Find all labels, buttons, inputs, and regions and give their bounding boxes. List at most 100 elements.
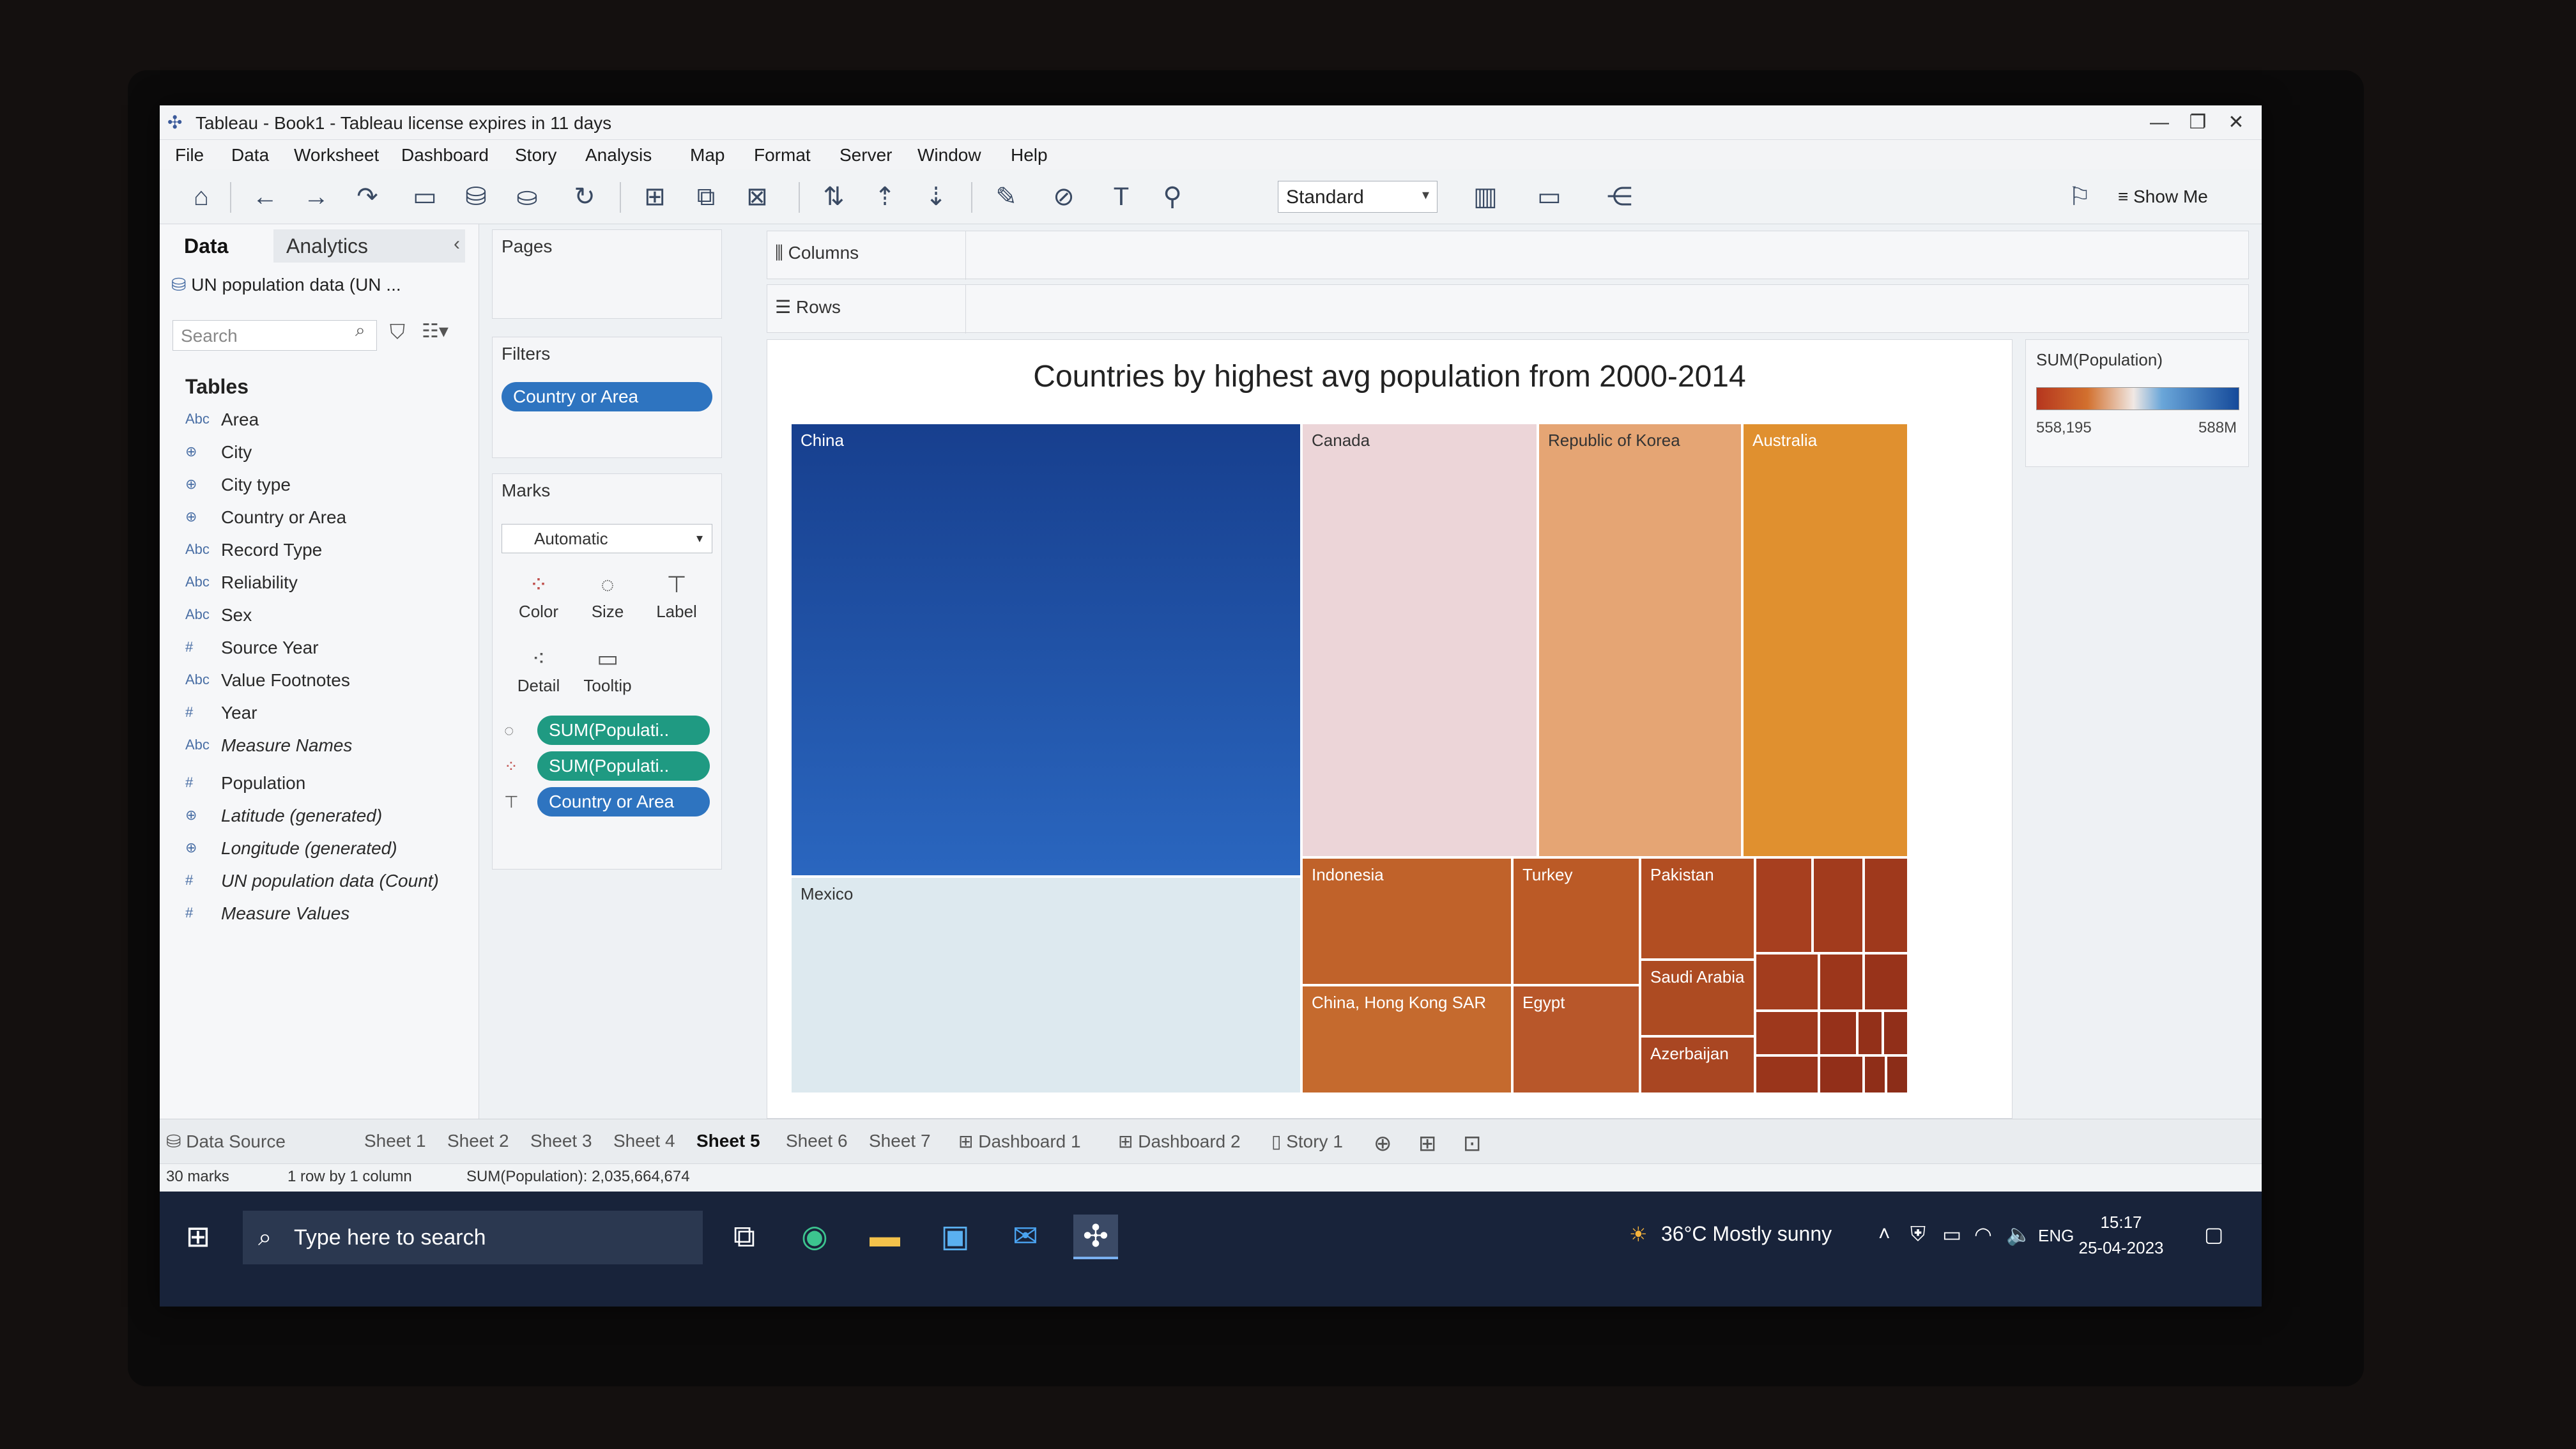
field-population[interactable]: # Population	[185, 773, 466, 799]
treemap-tile-korea[interactable]: Republic of Korea	[1538, 423, 1742, 857]
color-legend[interactable]: SUM(Population) 558,195 588M	[2025, 339, 2249, 467]
minimize-button[interactable]: —	[2140, 109, 2179, 136]
treemap-tile-turkey[interactable]: Turkey	[1512, 857, 1640, 985]
new-worksheet-icon[interactable]: ⊕	[1374, 1131, 1392, 1156]
antivirus-icon[interactable]: ⛨	[1910, 1222, 1926, 1246]
field-source-year[interactable]: # Source Year	[185, 638, 466, 663]
tab-sheet-7[interactable]: Sheet 7	[869, 1131, 931, 1151]
close-button[interactable]: ✕	[2217, 109, 2255, 136]
new-story-icon[interactable]: ⊡	[1463, 1131, 1482, 1156]
save-icon[interactable]: ▭	[409, 181, 441, 213]
tab-story-1[interactable]: ▯ Story 1	[1271, 1131, 1343, 1152]
treemap-tile-small[interactable]	[1819, 953, 1864, 1011]
tab-dashboard-2[interactable]: ⊞ Dashboard 2	[1118, 1131, 1241, 1152]
sort-descending-icon[interactable]: ⇣	[920, 181, 952, 213]
menu-map[interactable]: Map	[690, 145, 724, 165]
tab-data[interactable]: Data	[171, 229, 241, 263]
duplicate-icon[interactable]: ⧉	[690, 181, 722, 213]
tab-analytics[interactable]: Analytics	[273, 229, 465, 263]
clock[interactable]: 15:17 25-04-2023	[2070, 1209, 2172, 1261]
tableau-taskbar-icon[interactable]: ✣	[1073, 1215, 1118, 1259]
field-sex[interactable]: Abc Sex	[185, 605, 466, 631]
treemap-tile-small[interactable]	[1755, 857, 1813, 953]
tab-sheet-5[interactable]: Sheet 5	[696, 1131, 760, 1151]
field-reliability[interactable]: Abc Reliability	[185, 572, 466, 598]
taskbar-search-input[interactable]: ⌕ Type here to search	[243, 1211, 703, 1264]
treemap-tile-small[interactable]	[1819, 1055, 1864, 1094]
undo-icon[interactable]: ←	[249, 181, 281, 213]
menu-help[interactable]: Help	[1011, 145, 1048, 165]
mail-icon[interactable]: ✉	[1003, 1215, 1048, 1259]
edge-browser-icon[interactable]: ◉	[792, 1215, 837, 1259]
tab-sheet-2[interactable]: Sheet 2	[447, 1131, 509, 1151]
show-cards-icon[interactable]: ▥	[1469, 181, 1501, 213]
menu-dashboard[interactable]: Dashboard	[401, 145, 489, 165]
treemap-tile-small[interactable]	[1819, 1011, 1857, 1055]
label-button[interactable]: ⊤ Label	[643, 564, 710, 630]
treemap-tile-small[interactable]	[1755, 1011, 1819, 1055]
size-button[interactable]: ◌ Size	[574, 564, 641, 630]
treemap-tile-china[interactable]: China	[790, 423, 1301, 877]
field-longitude-generated[interactable]: ⊕ Longitude (generated)	[185, 838, 466, 864]
treemap-tile-canada[interactable]: Canada	[1301, 423, 1538, 857]
new-dashboard-icon[interactable]: ⊞	[1418, 1131, 1437, 1156]
fix-axes-icon[interactable]: ⚲	[1156, 181, 1188, 213]
language-indicator[interactable]: ENG	[2038, 1226, 2074, 1246]
menu-analysis[interactable]: Analysis	[585, 145, 652, 165]
field-latitude-generated[interactable]: ⊕ Latitude (generated)	[185, 806, 466, 831]
treemap-tile-indonesia[interactable]: Indonesia	[1301, 857, 1512, 985]
treemap-tile-egypt[interactable]: Egypt	[1512, 985, 1640, 1094]
field-value-footnotes[interactable]: Abc Value Footnotes	[185, 670, 466, 696]
redo-icon[interactable]: →	[300, 181, 332, 213]
share-icon[interactable]: ⋲	[1604, 181, 1636, 213]
restore-button[interactable]: ❐	[2179, 109, 2217, 136]
field-city[interactable]: ⊕ City	[185, 442, 466, 468]
detail-button[interactable]: ⁖ Detail	[505, 638, 572, 704]
treemap-tile-small[interactable]	[1755, 1055, 1819, 1094]
field-country-or-area[interactable]: ⊕ Country or Area	[185, 507, 466, 533]
new-datasource-icon[interactable]: ⛁	[460, 181, 492, 213]
pause-updates-icon[interactable]: ⛀	[511, 181, 543, 213]
menu-window[interactable]: Window	[917, 145, 981, 165]
chevron-up-icon[interactable]: ˄	[1878, 1222, 1890, 1246]
treemap-tile-mexico[interactable]: Mexico	[790, 877, 1301, 1094]
treemap-tile-azerbaijan[interactable]: Azerbaijan	[1640, 1036, 1755, 1094]
field-measure-names[interactable]: Abc Measure Names	[185, 735, 466, 761]
view-options-icon[interactable]: ☷▾	[422, 320, 448, 342]
tab-dashboard-1[interactable]: ⊞ Dashboard 1	[958, 1131, 1081, 1152]
tab-sheet-6[interactable]: Sheet 6	[786, 1131, 848, 1151]
field-un-population-data-count[interactable]: # UN population data (Count)	[185, 871, 466, 896]
filter-pill-country[interactable]: Country or Area	[502, 382, 712, 411]
file-explorer-icon[interactable]: ▬	[862, 1215, 907, 1259]
treemap-tile-small[interactable]	[1755, 953, 1819, 1011]
weather-text[interactable]: 36°C Mostly sunny	[1661, 1222, 1832, 1246]
menu-data[interactable]: Data	[231, 145, 269, 165]
treemap-tile-small[interactable]	[1864, 953, 1908, 1011]
treemap-tile-small[interactable]	[1864, 1055, 1886, 1094]
field-measure-values[interactable]: # Measure Values	[185, 903, 466, 929]
treemap-tile-small[interactable]	[1813, 857, 1864, 953]
treemap-tile-hong-kong[interactable]: China, Hong Kong SAR	[1301, 985, 1512, 1094]
treemap-tile-small[interactable]	[1864, 857, 1908, 953]
group-icon[interactable]: ⊘	[1048, 181, 1080, 213]
highlight-icon[interactable]: ✎	[990, 181, 1022, 213]
view-size-select[interactable]: Standard ▾	[1278, 181, 1438, 213]
datasource-item[interactable]: ⛁ UN population data (UN ...	[171, 274, 401, 295]
pin-icon[interactable]: ⚐	[2064, 181, 2096, 213]
treemap-tile-pakistan[interactable]: Pakistan	[1640, 857, 1755, 960]
menu-worksheet[interactable]: Worksheet	[294, 145, 379, 165]
marks-pill-label[interactable]: Country or Area	[537, 787, 710, 816]
task-view-icon[interactable]: ⧉	[722, 1215, 767, 1259]
mark-type-select[interactable]: Automatic ▾	[502, 524, 712, 553]
columns-shelf[interactable]: ⫼ Columns	[767, 231, 2249, 280]
presentation-mode-icon[interactable]: ▭	[1533, 181, 1565, 213]
windows-start-icon[interactable]: ⊞	[179, 1217, 217, 1255]
treemap-tile-small[interactable]	[1886, 1055, 1908, 1094]
treemap-tile-small[interactable]	[1883, 1011, 1908, 1055]
tab-sheet-4[interactable]: Sheet 4	[613, 1131, 675, 1151]
field-record-type[interactable]: Abc Record Type	[185, 540, 466, 565]
refresh-icon[interactable]: ↻	[569, 181, 601, 213]
wifi-icon[interactable]: ◠	[1974, 1222, 1992, 1246]
treemap-tile-small[interactable]	[1857, 1011, 1883, 1055]
show-me-button[interactable]: ≡ Show Me	[2118, 181, 2246, 213]
